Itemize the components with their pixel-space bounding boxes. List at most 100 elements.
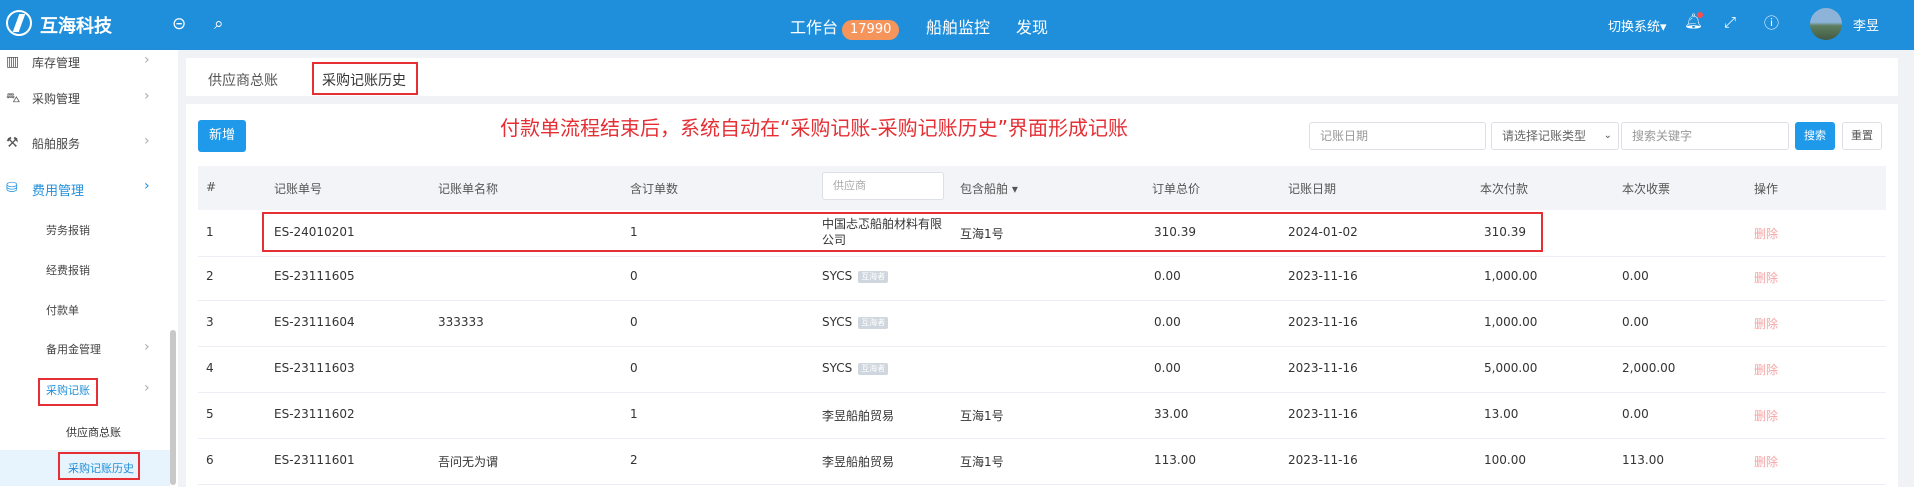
cell-code: ES-23111604	[274, 315, 355, 329]
delete-link[interactable]: 删除	[1754, 269, 1778, 286]
cell-order-count: 2	[630, 453, 638, 467]
nav-ship-monitor[interactable]: 船舶监控	[926, 14, 990, 38]
add-button[interactable]: 新增	[198, 120, 246, 152]
avatar[interactable]	[1810, 8, 1842, 40]
cell-code: ES-23111602	[274, 407, 355, 421]
keyword-input[interactable]: 搜索关键字	[1621, 122, 1789, 150]
reset-button[interactable]: 重置	[1842, 122, 1882, 150]
annotation-text: 付款单流程结束后，系统自动在“采购记账-采购记账历史”界面形成记账	[500, 116, 1128, 140]
delete-link[interactable]: 删除	[1754, 225, 1778, 242]
sidebar-item-label: 费用管理	[32, 184, 85, 199]
cell-supplier: SYCS 互海者	[822, 269, 889, 283]
column-header-ships[interactable]: 包含船舶 ▾	[960, 180, 1018, 197]
cell-supplier: 李昱船舶贸易	[822, 453, 894, 470]
cell-total: 0.00	[1154, 315, 1181, 329]
cell-payment: 100.00	[1484, 453, 1526, 467]
sidebar-item-purchase[interactable]: ⛍ 采购管理 ›	[0, 80, 168, 116]
supplier-filter-input[interactable]: 供应商	[822, 172, 944, 200]
nav-workbench-label: 工作台	[790, 18, 839, 37]
cell-date: 2023-11-16	[1288, 453, 1358, 467]
supplier-name: SYCS	[822, 269, 853, 283]
sidebar-item-expense[interactable]: ⛁ 费用管理 ›	[0, 170, 168, 206]
sidebar-item-label: 备用金管理	[46, 343, 101, 356]
supplier-tag: 互海者	[858, 362, 889, 375]
cell-name: 333333	[438, 315, 484, 329]
cell-receipt: 0.00	[1622, 407, 1649, 421]
delete-link[interactable]: 删除	[1754, 361, 1778, 378]
supplier-name: SYCS	[822, 315, 853, 329]
cell-ship: 互海1号	[960, 409, 1004, 423]
cell-order-count: 0	[630, 315, 638, 329]
cell-index: 1	[206, 225, 214, 239]
cart-icon: ⛍	[6, 90, 21, 106]
supplier-name: SYCS	[822, 361, 853, 375]
cell-order-count: 1	[630, 407, 638, 421]
delete-link[interactable]: 删除	[1754, 315, 1778, 332]
cell-date: 2023-11-16	[1288, 361, 1358, 375]
sidebar-item-label: 船舶服务	[32, 137, 81, 151]
help-icon[interactable]: ⓘ	[1764, 12, 1779, 33]
back-circle-icon[interactable]: ⊝	[172, 14, 186, 34]
cell-date: 2023-11-16	[1288, 407, 1358, 421]
switch-system-label: 切换系统	[1608, 20, 1661, 35]
sidebar-item-ship-service[interactable]: ⚒ 船舶服务 ›	[0, 125, 168, 161]
sidebar-subsubitem-supplier-ledger[interactable]: 供应商总账	[0, 414, 170, 450]
cell-payment: 1,000.00	[1484, 315, 1538, 329]
delete-link[interactable]: 删除	[1754, 453, 1778, 470]
chevron-right-icon: ›	[144, 133, 150, 149]
fullscreen-icon[interactable]: ⤢	[1724, 13, 1736, 31]
sidebar-scrollbar[interactable]	[170, 330, 176, 485]
cell-date: 2023-11-16	[1288, 315, 1358, 329]
column-header: 本次收票	[1622, 182, 1671, 196]
brand-name: 互海科技	[40, 16, 112, 37]
cell-payment: 1,000.00	[1484, 269, 1538, 283]
table-header: # 记账单号 记账单名称 含订单数 包含船舶 ▾ 订单总价 记账日期 本次付款 …	[198, 166, 1886, 210]
sidebar-item-inventory[interactable]: ▥ 库存管理 ›	[0, 50, 168, 80]
cell-order-count: 0	[630, 269, 638, 283]
caret-down-icon: ▾	[1660, 20, 1667, 35]
sidebar-subitem-funds[interactable]: 经费报销	[0, 252, 170, 288]
cell-index: 6	[206, 453, 214, 467]
column-header: 记账单号	[274, 182, 323, 196]
cell-total: 113.00	[1154, 453, 1196, 467]
search-icon[interactable]: ⌕	[214, 14, 224, 34]
highlight-box-sidebar-accounting	[38, 378, 98, 406]
warehouse-icon: ▥	[6, 54, 20, 70]
cell-date: 2023-11-16	[1288, 269, 1358, 283]
cell-receipt: 0.00	[1622, 269, 1649, 283]
workbench-badge: 17990	[842, 20, 900, 40]
table-row: 3 ES-23111604 333333 0 SYCS 互海者 0.00 2023-11-16…	[198, 300, 1886, 347]
delete-link[interactable]: 删除	[1754, 407, 1778, 424]
database-icon: ⛁	[6, 180, 18, 196]
tab-supplier-ledger[interactable]: 供应商总账	[208, 70, 278, 90]
sidebar-subitem-labor[interactable]: 劳务报销	[0, 212, 170, 248]
cell-total: 0.00	[1154, 361, 1181, 375]
top-bar: 互海科技 ⊝ ⌕ 工作台 17990 船舶监控 发现 切换系统▾ 🔔︎ ⤢ ⓘ 李…	[0, 0, 1914, 50]
table-row: 6 ES-23111601 吾问无为谓 2 李昱船舶贸易 互海1号 113.00 2023-1…	[198, 438, 1886, 485]
supplier-tag: 互海者	[858, 270, 889, 283]
table-row: 2 ES-23111605 0 SYCS 互海者 0.00 2023-11-16 1,000.…	[198, 254, 1886, 301]
table-row: 5 ES-23111602 1 李昱船舶贸易 互海1号 33.00 2023-11-16 13…	[198, 392, 1886, 439]
caret-down-icon: ▾	[1011, 182, 1018, 196]
search-button[interactable]: 搜索	[1795, 122, 1835, 150]
cell-index: 3	[206, 315, 214, 329]
sidebar: ▥ 库存管理 › ⛍ 采购管理 › ⚒ 船舶服务 › ⛁ 费用管理 › 劳务报销…	[0, 50, 178, 487]
notification-dot	[1697, 12, 1703, 18]
cell-code: ES-23111601	[274, 453, 355, 467]
highlight-box-sidebar-history	[58, 452, 140, 480]
cell-payment: 13.00	[1484, 407, 1519, 421]
sidebar-subitem-petty-cash[interactable]: 备用金管理 ›	[0, 331, 170, 367]
nav-workbench[interactable]: 工作台 17990	[790, 14, 900, 40]
column-header-label: 包含船舶	[960, 182, 1009, 196]
user-name[interactable]: 李昱	[1853, 15, 1879, 34]
nav-discover[interactable]: 发现	[1016, 14, 1048, 38]
switch-system-dropdown[interactable]: 切换系统▾	[1608, 16, 1667, 35]
cell-index: 5	[206, 407, 214, 421]
chevron-down-icon: ⌄	[1603, 130, 1612, 141]
cell-index: 2	[206, 269, 214, 283]
type-select[interactable]: 请选择记账类型 ⌄	[1491, 122, 1619, 150]
sidebar-subitem-payment[interactable]: 付款单	[0, 292, 170, 328]
table-row: 4 ES-23111603 0 SYCS 互海者 0.00 2023-11-16 5,000.…	[198, 346, 1886, 393]
cell-supplier: SYCS 互海者	[822, 315, 889, 329]
date-input[interactable]: 记账日期	[1309, 122, 1486, 150]
